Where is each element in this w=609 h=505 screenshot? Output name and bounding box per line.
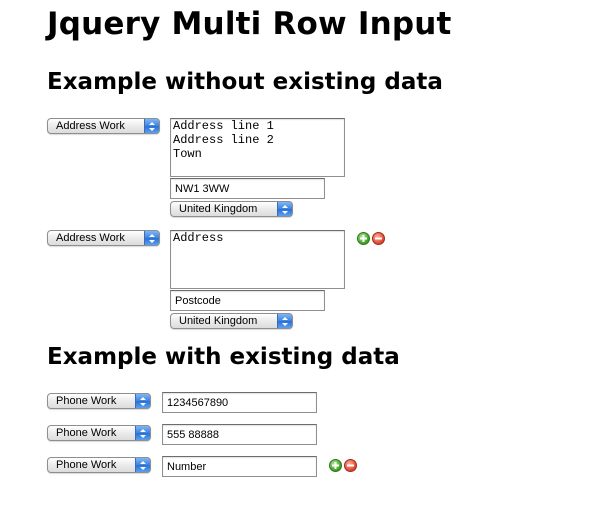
postcode-input-2[interactable] xyxy=(170,290,325,311)
address-textarea-1[interactable] xyxy=(170,118,345,177)
remove-row-icon[interactable] xyxy=(344,459,357,472)
phone-type-select-2[interactable]: Phone Work xyxy=(47,425,151,441)
postcode-input-1[interactable] xyxy=(170,178,325,199)
select-arrows-icon xyxy=(277,202,292,216)
select-arrows-icon xyxy=(144,119,159,133)
phone-type-select-value: Phone Work xyxy=(56,427,117,439)
phone-number-input-1[interactable] xyxy=(162,392,317,413)
section-heading-without-data: Example without existing data xyxy=(47,69,443,95)
remove-row-icon[interactable] xyxy=(372,232,385,245)
add-row-icon[interactable] xyxy=(329,459,342,472)
page-title: Jquery Multi Row Input xyxy=(47,6,452,42)
address-type-select-1[interactable]: Address Work xyxy=(47,118,160,134)
phone-number-input-2[interactable] xyxy=(162,424,317,445)
select-arrows-icon xyxy=(135,426,150,440)
address-type-select-2[interactable]: Address Work xyxy=(47,230,160,246)
address-type-select-value: Address Work xyxy=(56,120,125,132)
select-arrows-icon xyxy=(277,314,292,328)
section-heading-with-data: Example with existing data xyxy=(47,344,400,370)
select-arrows-icon xyxy=(135,394,150,408)
address-textarea-2[interactable] xyxy=(170,230,345,289)
address-type-select-value: Address Work xyxy=(56,232,125,244)
country-select-2[interactable]: United Kingdom xyxy=(170,313,293,329)
phone-type-select-value: Phone Work xyxy=(56,459,117,471)
country-select-1[interactable]: United Kingdom xyxy=(170,201,293,217)
country-select-value: United Kingdom xyxy=(179,315,258,327)
phone-type-select-1[interactable]: Phone Work xyxy=(47,393,151,409)
phone-number-input-3[interactable] xyxy=(162,456,317,477)
select-arrows-icon xyxy=(135,458,150,472)
phone-type-select-3[interactable]: Phone Work xyxy=(47,457,151,473)
country-select-value: United Kingdom xyxy=(179,203,258,215)
select-arrows-icon xyxy=(144,231,159,245)
add-row-icon[interactable] xyxy=(357,232,370,245)
phone-type-select-value: Phone Work xyxy=(56,395,117,407)
